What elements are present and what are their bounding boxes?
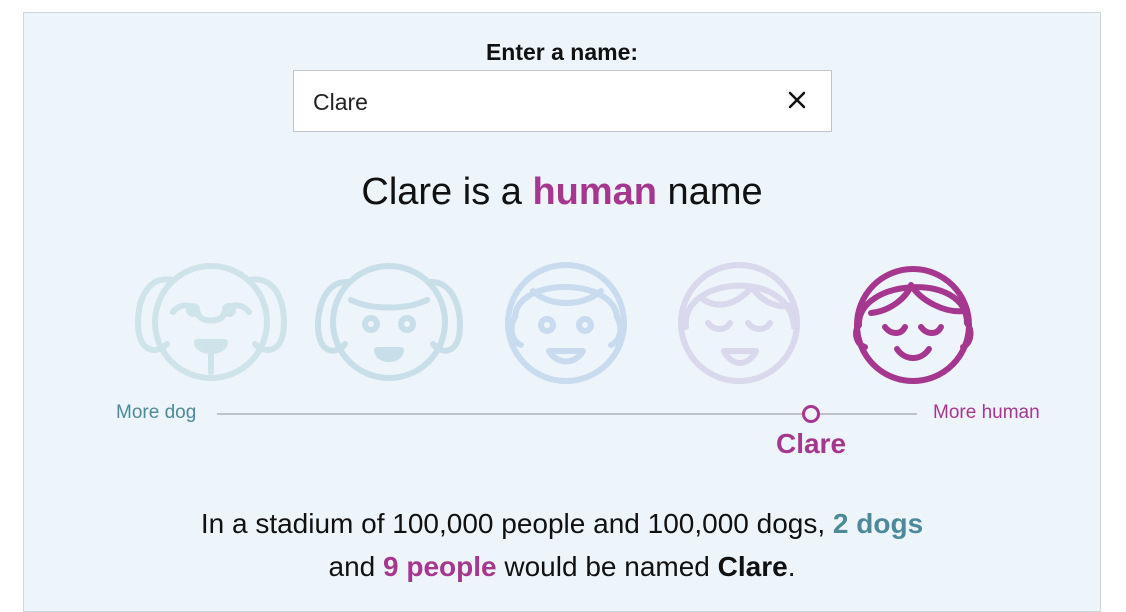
name-quiz-panel: Enter a name: Clare is a human name xyxy=(23,12,1101,612)
headline-name: Clare xyxy=(361,171,453,213)
headline-tail: name xyxy=(657,171,763,213)
stat-and: and xyxy=(328,551,384,582)
close-icon xyxy=(788,91,806,109)
headline-verdict: human xyxy=(532,171,657,213)
woman-face-icon xyxy=(678,262,800,384)
clear-button[interactable] xyxy=(783,86,811,114)
name-input[interactable] xyxy=(311,71,755,133)
stat-mid: would be named xyxy=(496,551,718,582)
stat-line-2: and 9 people would be named Clare. xyxy=(24,551,1100,583)
input-prompt: Enter a name: xyxy=(485,39,639,65)
name-input-box xyxy=(293,70,832,133)
headline-middle: is a xyxy=(452,171,533,213)
scale-label-human: More human xyxy=(933,402,1040,423)
child-face-icon xyxy=(505,262,627,384)
scale-marker-label: Clare xyxy=(775,428,847,459)
dog-face-icon xyxy=(135,263,287,381)
scale-label-dog: More dog xyxy=(116,402,197,423)
stat-end: . xyxy=(787,551,796,582)
dogs-count: 2 dogs xyxy=(832,508,924,539)
stat-name: Clare xyxy=(717,551,788,582)
result-headline: Clare is a human name xyxy=(24,171,1100,214)
stat-prefix: In a stadium of 100,000 people and 100,0… xyxy=(200,508,833,539)
scale-marker xyxy=(802,405,820,423)
dog-human-face-icon xyxy=(315,263,463,381)
people-count: 9 people xyxy=(383,551,497,582)
stat-line-1: In a stadium of 100,000 people and 100,0… xyxy=(24,508,1100,540)
human-face-icon xyxy=(853,266,974,384)
